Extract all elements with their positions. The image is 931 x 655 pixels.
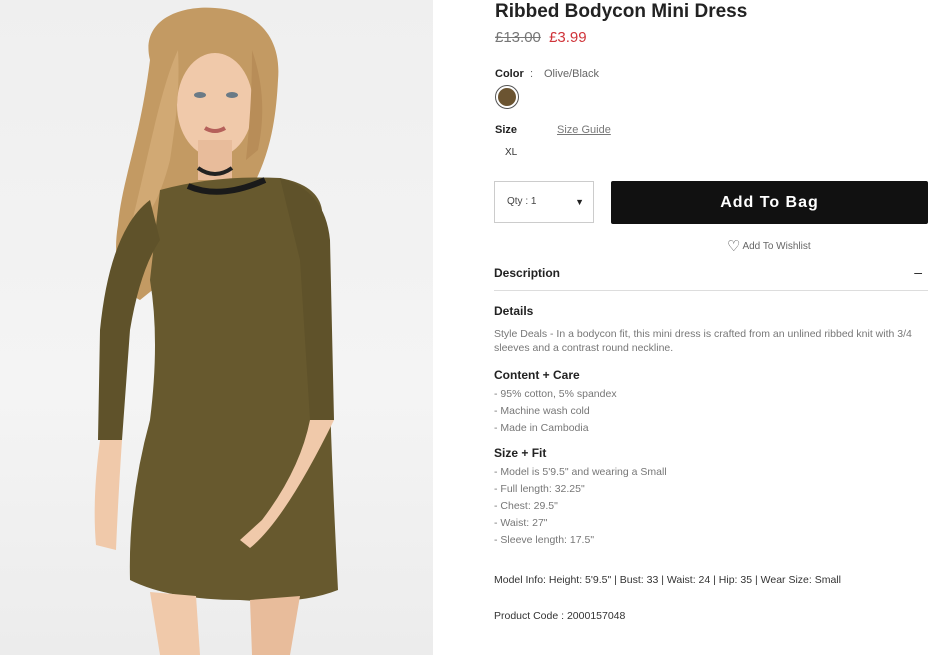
size-fit-title: Size + Fit <box>494 446 547 460</box>
sale-price: £3.99 <box>549 29 587 46</box>
product-image[interactable] <box>0 0 433 655</box>
description-heading: Description <box>494 266 561 280</box>
details-text: Style Deals - In a bodycon fit, this min… <box>494 328 912 354</box>
heart-icon: ♡ <box>727 238 741 255</box>
list-item: - Chest: 29.5" <box>494 500 558 512</box>
details-title: Details <box>494 304 534 318</box>
swatch-fill <box>498 88 516 106</box>
price-block: £13.00 £3.99 <box>495 29 587 46</box>
collapse-icon[interactable]: – <box>914 264 922 280</box>
color-swatch-olive-black[interactable] <box>495 85 519 109</box>
original-price: £13.00 <box>495 29 541 46</box>
list-item: - Model is 5'9.5" and wearing a Small <box>494 466 667 478</box>
size-guide-link[interactable]: Size Guide <box>557 124 611 136</box>
content-care-title: Content + Care <box>494 368 580 382</box>
model-info: Model Info: Height: 5'9.5" | Bust: 33 | … <box>494 574 841 586</box>
product-title: Ribbed Bodycon Mini Dress <box>495 1 748 22</box>
product-code: Product Code : 2000157048 <box>494 610 626 622</box>
list-item: - Waist: 27" <box>494 517 548 529</box>
quantity-value: Qty : 1 <box>507 196 537 207</box>
list-item: - Made in Cambodia <box>494 422 589 434</box>
color-separator: : <box>530 68 534 80</box>
color-label: Color <box>495 68 524 80</box>
list-item: - Sleeve length: 17.5" <box>494 534 595 546</box>
size-option-xl[interactable]: XL <box>505 147 517 158</box>
add-to-bag-button[interactable]: Add To Bag <box>611 181 928 224</box>
chevron-down-icon: ▼ <box>575 197 584 207</box>
description-accordion-header[interactable]: Description – <box>494 264 928 291</box>
add-to-wishlist-link[interactable]: ♡ Add To Wishlist <box>727 237 811 255</box>
list-item: - Machine wash cold <box>494 405 590 417</box>
list-item: - 95% cotton, 5% spandex <box>494 388 617 400</box>
size-label: Size <box>495 124 518 136</box>
quantity-select[interactable]: Qty : 1 ▼ <box>494 181 594 223</box>
color-value: Olive/Black <box>544 68 600 80</box>
model-wearing-dress-photo <box>94 7 338 655</box>
wishlist-label: Add To Wishlist <box>742 241 811 252</box>
list-item: - Full length: 32.25" <box>494 483 585 495</box>
